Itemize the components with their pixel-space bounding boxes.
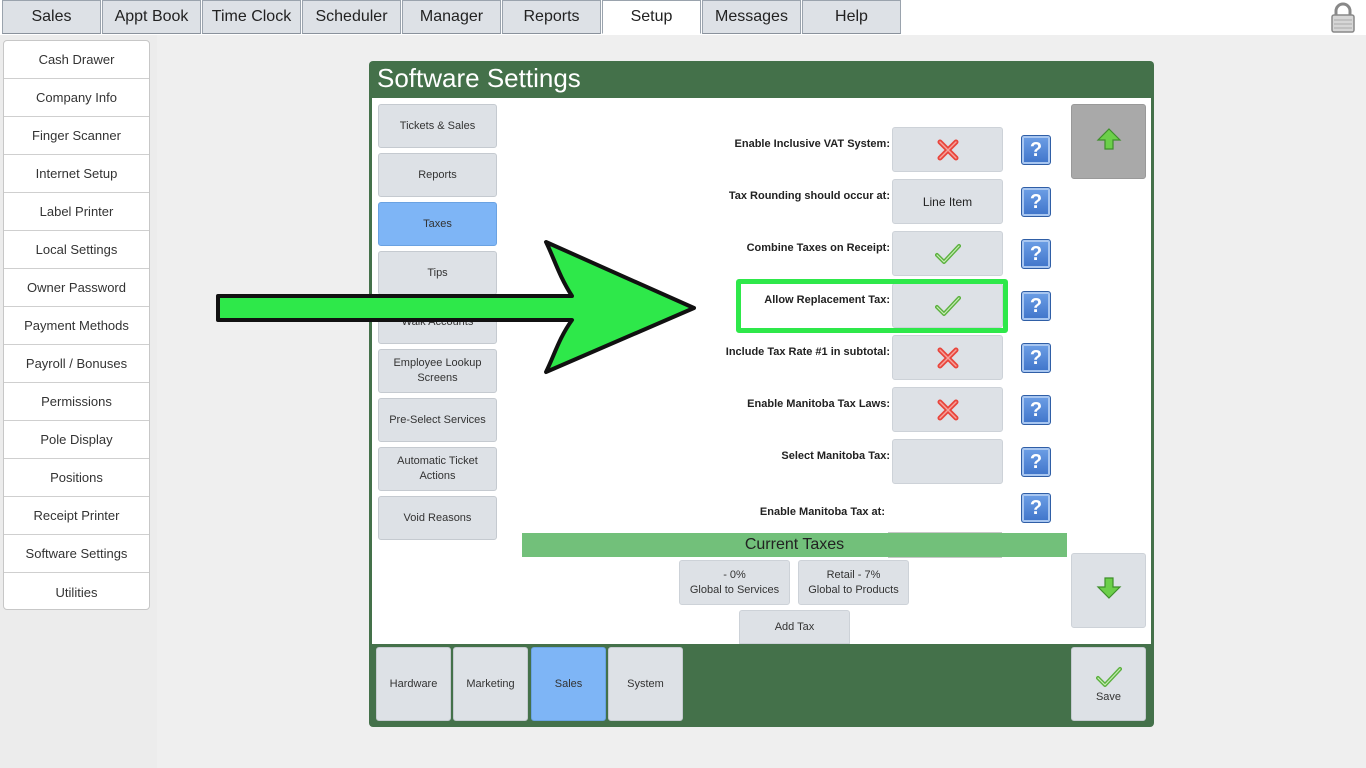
tax-button-services[interactable]: - 0% Global to Services: [679, 560, 790, 605]
sidebar-item-company-info[interactable]: Company Info: [4, 79, 149, 117]
category-void-reasons[interactable]: Void Reasons: [378, 496, 497, 540]
help-button-manitoba-tax-at[interactable]: ?: [1021, 493, 1051, 523]
tax-rate-label: Retail - 7%: [826, 568, 881, 581]
bottom-tab-marketing[interactable]: Marketing: [453, 647, 528, 721]
x-icon: [936, 398, 960, 422]
tab-time-clock[interactable]: Time Clock: [202, 0, 301, 34]
tax-button-retail[interactable]: Retail - 7% Global to Products: [798, 560, 909, 605]
toggle-combine-taxes[interactable]: [892, 231, 1003, 276]
bottom-tab-sales[interactable]: Sales: [531, 647, 606, 721]
help-button-tax-rounding[interactable]: ?: [1021, 187, 1051, 217]
highlight-annotation: [736, 279, 1008, 333]
software-settings-panel: Software Settings Tickets & Sales Report…: [369, 61, 1154, 727]
x-icon: [936, 138, 960, 162]
sidebar-item-payment-methods[interactable]: Payment Methods: [4, 307, 149, 345]
setting-label-manitoba-tax-laws: Enable Manitoba Tax Laws:: [747, 398, 890, 410]
top-nav-bar: Sales Appt Book Time Clock Scheduler Man…: [0, 0, 1366, 35]
tab-reports[interactable]: Reports: [502, 0, 601, 34]
sidebar-item-cash-drawer[interactable]: Cash Drawer: [4, 41, 149, 79]
sidebar-item-receipt-printer[interactable]: Receipt Printer: [4, 497, 149, 535]
sidebar-item-pole-display[interactable]: Pole Display: [4, 421, 149, 459]
tab-manager[interactable]: Manager: [402, 0, 501, 34]
setting-label-select-manitoba-tax: Select Manitoba Tax:: [781, 450, 890, 462]
help-button-inclusive-vat[interactable]: ?: [1021, 135, 1051, 165]
tax-rate-label: - 0%: [723, 568, 746, 581]
toggle-inclusive-vat[interactable]: [892, 127, 1003, 172]
sidebar-item-owner-password[interactable]: Owner Password: [4, 269, 149, 307]
sidebar-item-utilities[interactable]: Utilities: [4, 573, 149, 611]
save-button[interactable]: Save: [1071, 647, 1146, 721]
scroll-up-button[interactable]: [1071, 104, 1146, 179]
scroll-down-button[interactable]: [1071, 553, 1146, 628]
setting-label-manitoba-tax-at: Enable Manitoba Tax at:: [759, 506, 885, 518]
setting-label-tax-rounding: Tax Rounding should occur at:: [728, 190, 890, 202]
main-tabs: Sales Appt Book Time Clock Scheduler Man…: [2, 0, 902, 34]
sidebar-item-positions[interactable]: Positions: [4, 459, 149, 497]
help-button-replacement-tax[interactable]: ?: [1021, 291, 1051, 321]
category-pre-select-services[interactable]: Pre-Select Services: [378, 398, 497, 442]
lock-icon[interactable]: [1330, 2, 1356, 33]
tax-scope-label: Global to Products: [808, 583, 899, 596]
bottom-tab-system[interactable]: System: [608, 647, 683, 721]
sidebar-item-label-printer[interactable]: Label Printer: [4, 193, 149, 231]
category-automatic-ticket-actions[interactable]: Automatic Ticket Actions: [378, 447, 497, 491]
tab-appt-book[interactable]: Appt Book: [102, 0, 201, 34]
select-tax-rounding[interactable]: Line Item: [892, 179, 1003, 224]
sidebar-item-payroll-bonuses[interactable]: Payroll / Bonuses: [4, 345, 149, 383]
add-tax-button[interactable]: Add Tax: [739, 610, 850, 644]
tab-messages[interactable]: Messages: [702, 0, 801, 34]
help-button-manitoba-tax-laws[interactable]: ?: [1021, 395, 1051, 425]
setting-label-inclusive-vat: Enable Inclusive VAT System:: [734, 138, 890, 150]
bottom-tab-hardware[interactable]: Hardware: [376, 647, 451, 721]
help-button-combine-taxes[interactable]: ?: [1021, 239, 1051, 269]
check-icon: [934, 243, 961, 265]
panel-title: Software Settings: [377, 63, 581, 93]
x-icon: [936, 346, 960, 370]
toggle-manitoba-tax-laws[interactable]: [892, 387, 1003, 432]
category-reports[interactable]: Reports: [378, 153, 497, 197]
help-button-include-tax-rate-1[interactable]: ?: [1021, 343, 1051, 373]
select-manitoba-tax[interactable]: [892, 439, 1003, 484]
tab-setup[interactable]: Setup: [602, 0, 701, 34]
current-taxes-heading: Current Taxes: [522, 533, 1067, 557]
tab-help[interactable]: Help: [802, 0, 901, 34]
toggle-include-tax-rate-1[interactable]: [892, 335, 1003, 380]
save-label: Save: [1095, 690, 1122, 703]
sidebar-item-permissions[interactable]: Permissions: [4, 383, 149, 421]
tax-scope-label: Global to Services: [689, 583, 780, 596]
arrow-right-icon: [214, 238, 699, 381]
setup-sidebar: Cash Drawer Company Info Finger Scanner …: [3, 40, 150, 610]
tab-sales[interactable]: Sales: [2, 0, 101, 34]
sidebar-item-local-settings[interactable]: Local Settings: [4, 231, 149, 269]
check-icon: [1095, 666, 1122, 691]
arrow-up-icon: [1096, 127, 1122, 156]
sidebar-item-software-settings[interactable]: Software Settings: [4, 535, 149, 573]
help-button-select-manitoba-tax[interactable]: ?: [1021, 447, 1051, 477]
category-tickets-sales[interactable]: Tickets & Sales: [378, 104, 497, 148]
sidebar-item-finger-scanner[interactable]: Finger Scanner: [4, 117, 149, 155]
tab-scheduler[interactable]: Scheduler: [302, 0, 401, 34]
sidebar-item-internet-setup[interactable]: Internet Setup: [4, 155, 149, 193]
arrow-down-icon: [1096, 576, 1122, 605]
